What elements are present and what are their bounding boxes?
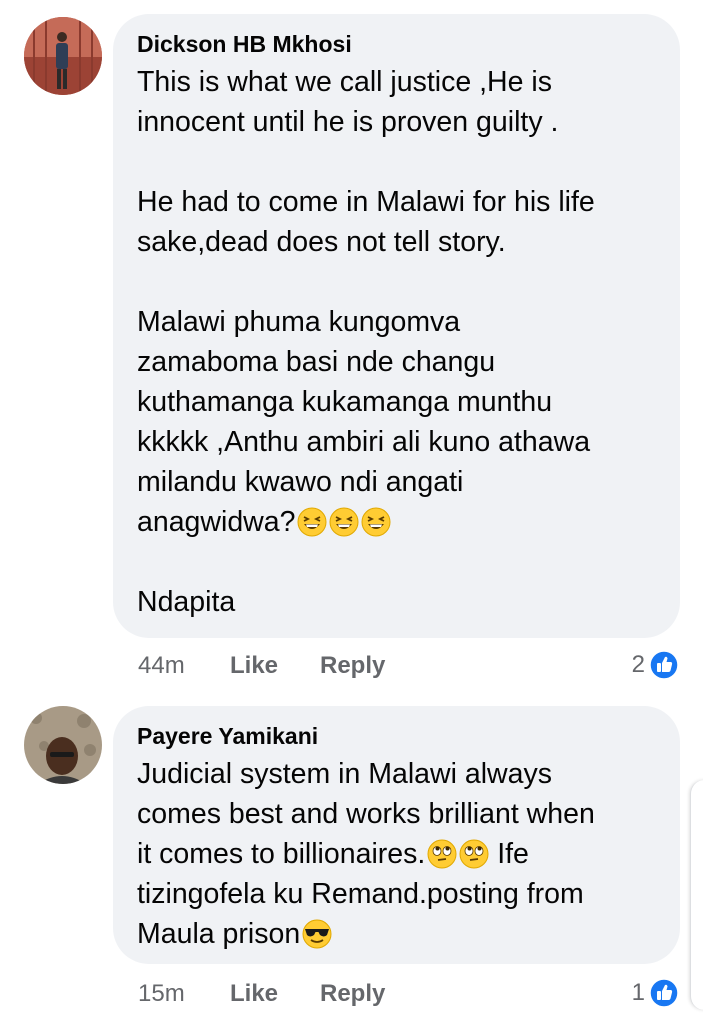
thumbs-up-icon [649, 978, 679, 1008]
sunglasses-emoji [302, 919, 332, 949]
comment-line: tizingofela ku Remand.posting from [137, 878, 584, 910]
reply-button[interactable]: Reply [320, 980, 385, 1008]
comment-timestamp[interactable]: 15m [138, 980, 230, 1008]
comment-line-text: it comes to billionaires. [137, 838, 426, 870]
comment-line: sake,dead does not tell story. [137, 226, 506, 258]
comment-line: Malawi phuma kungomva [137, 306, 461, 338]
comment-line: This is what we call justice ,He is [137, 66, 552, 98]
eye-roll-emoji [459, 839, 489, 869]
avatar[interactable] [24, 17, 102, 95]
comment-actions: 15m Like Reply [138, 980, 385, 1008]
comment-author[interactable]: Dickson HB Mkhosi [137, 30, 656, 58]
avatar[interactable] [24, 706, 102, 784]
comment-author[interactable]: Payere Yamikani [137, 722, 656, 750]
comment-text: This is what we call justice ,He is inno… [137, 62, 656, 622]
comment-line: comes best and works brilliant when [137, 798, 595, 830]
side-panel-edge[interactable] [690, 780, 703, 1010]
comment-line: Ndapita [137, 586, 236, 618]
like-button[interactable]: Like [230, 652, 320, 680]
comment-bubble: Dickson HB Mkhosi This is what we call j… [113, 14, 680, 638]
comment-line: innocent until he is proven guilty . [137, 106, 559, 138]
comment-line: milandu kwawo ndi angati [137, 466, 464, 498]
comment-line: kuthamanga kukamanga munthu [137, 386, 553, 418]
grinning-squinting-emoji [361, 507, 391, 537]
comment-line: He had to come in Malawi for his life [137, 186, 595, 218]
avatar-photo-icon [24, 706, 102, 784]
reaction-count: 2 [631, 651, 645, 678]
comment-line: zamaboma basi nde changu [137, 346, 496, 378]
comment-line-with-emoji: anagwidwa? [137, 502, 656, 542]
comment-line-with-emoji: Maula prison [137, 914, 656, 954]
comments-thread: Dickson HB Mkhosi This is what we call j… [0, 0, 703, 1024]
grinning-squinting-emoji [297, 507, 327, 537]
reaction-summary[interactable]: 1 [632, 978, 679, 1008]
grinning-squinting-emoji [329, 507, 359, 537]
comment-line: Judicial system in Malawi always [137, 758, 552, 790]
thumbs-up-icon [649, 650, 679, 680]
reply-button[interactable]: Reply [320, 652, 385, 680]
reaction-count: 1 [631, 979, 645, 1006]
comment-line-with-emoji: it comes to billionaires. Ife [137, 834, 656, 874]
comment-line: kkkkk ,Anthu ambiri ali kuno athawa [137, 426, 591, 458]
comment-actions: 44m Like Reply [138, 652, 385, 680]
comment-line-text: anagwidwa? [137, 506, 296, 538]
avatar-photo-icon [24, 17, 102, 95]
comment-line-suffix: Ife [489, 838, 529, 870]
comment-text: Judicial system in Malawi always comes b… [137, 754, 656, 954]
comment-line-text: Maula prison [137, 918, 301, 950]
reaction-summary[interactable]: 2 [632, 650, 679, 680]
comment-timestamp[interactable]: 44m [138, 652, 230, 680]
eye-roll-emoji [427, 839, 457, 869]
like-button[interactable]: Like [230, 980, 320, 1008]
comment-bubble: Payere Yamikani Judicial system in Malaw… [113, 706, 680, 964]
